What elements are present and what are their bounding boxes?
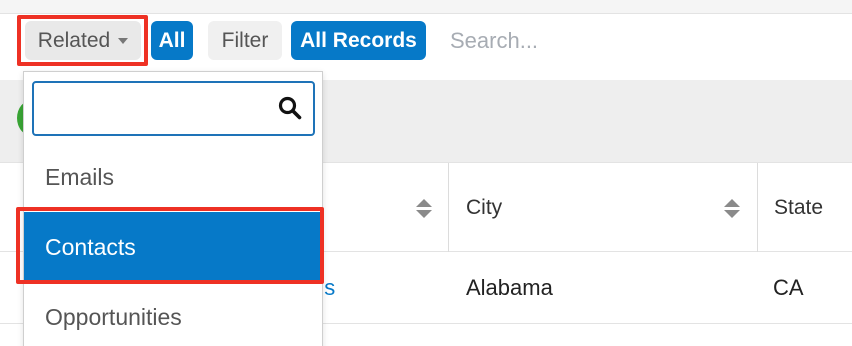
all-records-button[interactable]: All Records xyxy=(291,21,426,60)
sort-icon[interactable] xyxy=(724,199,740,219)
column-divider xyxy=(757,163,758,253)
highlight-box-contacts xyxy=(16,207,324,284)
dropdown-search-input[interactable] xyxy=(34,83,264,134)
filter-button[interactable]: Filter xyxy=(208,21,282,60)
cell-state: CA xyxy=(773,275,804,300)
menu-item-opportunities[interactable]: Opportunities xyxy=(24,282,322,346)
top-divider xyxy=(0,0,852,14)
highlight-box-related xyxy=(17,15,148,66)
search-input[interactable] xyxy=(438,21,848,60)
column-header-state[interactable]: State xyxy=(774,163,823,253)
filter-toolbar: Related All Filter All Records xyxy=(0,14,852,68)
all-button[interactable]: All xyxy=(151,21,193,60)
column-header-city[interactable]: City xyxy=(466,163,502,253)
column-divider xyxy=(448,163,449,253)
search-icon[interactable] xyxy=(277,95,303,121)
menu-item-emails[interactable]: Emails xyxy=(24,142,322,212)
list-view-page: Related All Filter All Records City Stat… xyxy=(0,0,852,346)
cell-city: Alabama xyxy=(466,275,553,300)
sort-icon[interactable] xyxy=(416,199,432,219)
dropdown-search-box xyxy=(32,81,315,136)
